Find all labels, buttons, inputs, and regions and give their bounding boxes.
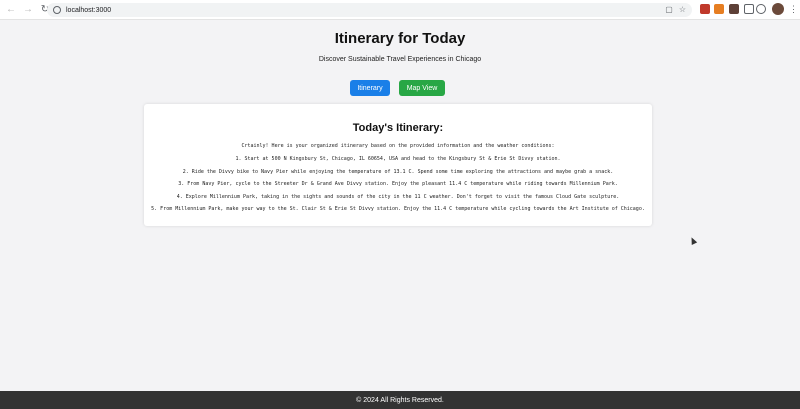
itinerary-card: Today's Itinerary: Crtainly! Here is you… — [144, 104, 652, 226]
site-info-icon[interactable] — [53, 6, 61, 14]
star-icon[interactable]: ☆ — [679, 3, 686, 17]
itinerary-card-title: Today's Itinerary: — [352, 122, 444, 134]
extension-fox-icon[interactable] — [714, 4, 724, 14]
address-bar[interactable]: localhost:3000 ▢ ☆ — [47, 3, 692, 17]
mouse-cursor — [688, 236, 698, 245]
forward-icon[interactable]: → — [22, 4, 34, 16]
url-text[interactable]: localhost:3000 — [66, 7, 111, 14]
map-view-button[interactable]: Map View — [399, 80, 445, 96]
itinerary-button[interactable]: Itinerary — [350, 80, 390, 96]
extension-icon[interactable] — [729, 4, 739, 14]
footer-copyright: © 2024 All Rights Reserved. — [356, 396, 444, 404]
install-icon[interactable]: ▢ — [665, 3, 673, 17]
itinerary-step: 1. Start at 500 N Kingsbury St, Chicago,… — [235, 156, 561, 162]
itinerary-step: 5. From Millennium Park, make your way t… — [151, 206, 645, 212]
extensions-icon[interactable] — [744, 4, 754, 14]
extension-shield-icon[interactable] — [700, 4, 710, 14]
profile-icon[interactable] — [772, 3, 784, 15]
page-title: Itinerary for Today — [334, 30, 466, 47]
page-subtitle: Discover Sustainable Travel Experiences … — [318, 56, 482, 63]
menu-icon[interactable]: ⋮ — [789, 3, 798, 15]
itinerary-step: 2. Ride the Divvy bike to Navy Pier whil… — [182, 169, 614, 175]
itinerary-step: 4. Explore Millennium Park, taking in th… — [176, 194, 620, 200]
back-icon[interactable]: ← — [5, 4, 17, 16]
browser-toolbar: ← → ↻ localhost:3000 ▢ ☆ ⋮ — [0, 0, 800, 20]
itinerary-intro: Crtainly! Here is your organized itinera… — [241, 143, 555, 149]
google-icon[interactable] — [756, 4, 766, 14]
footer: © 2024 All Rights Reserved. — [0, 391, 800, 409]
itinerary-step: 3. From Navy Pier, cycle to the Streeter… — [178, 181, 618, 187]
